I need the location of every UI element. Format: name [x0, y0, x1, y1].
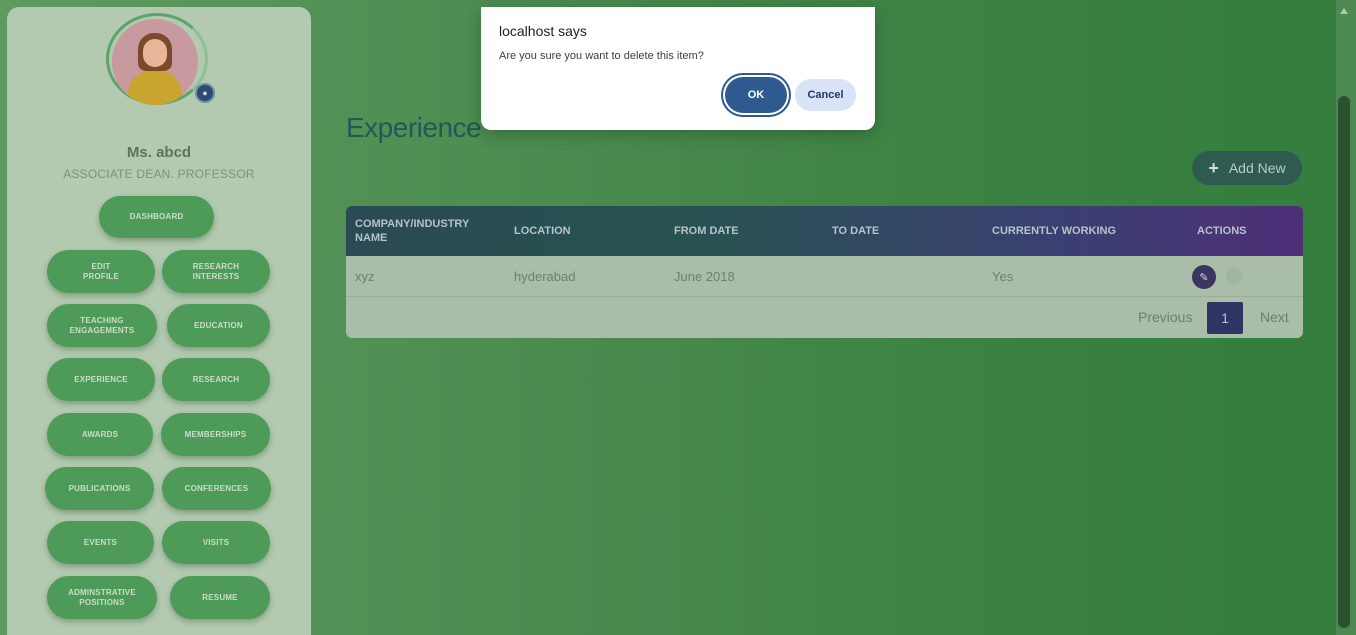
sidebar-item-edit-profile[interactable]: EDIT PROFILE — [47, 250, 155, 293]
sidebar-item-awards[interactable]: AWARDS — [47, 413, 153, 456]
column-header-location: LOCATION — [514, 224, 571, 237]
sidebar-item-research[interactable]: RESEARCH — [162, 358, 270, 401]
pagination: Previous 1 Next — [346, 297, 1303, 338]
page-number-button[interactable]: 1 — [1207, 302, 1243, 334]
camera-icon[interactable]: ● — [195, 83, 215, 103]
cancel-button[interactable]: Cancel — [795, 79, 856, 111]
cell-currently-working: Yes — [992, 269, 1014, 284]
cell-company: xyz — [355, 269, 375, 284]
add-new-button[interactable]: + Add New — [1192, 151, 1302, 185]
column-header-from-date: FROM DATE — [674, 224, 739, 237]
sidebar-item-resume[interactable]: RESUME — [170, 576, 270, 619]
column-header-currently-working: CURRENTLY WORKING — [992, 224, 1117, 237]
column-header-company: COMPANY/INDUSTRY NAME — [355, 217, 470, 244]
delete-icon[interactable] — [1226, 268, 1242, 284]
user-name: Ms. abcd — [126, 144, 192, 161]
sidebar-item-education[interactable]: EDUCATION — [167, 304, 270, 347]
confirm-dialog: localhost says Are you sure you want to … — [481, 7, 875, 130]
plus-icon: + — [1208, 157, 1219, 178]
sidebar-item-administrative-positions[interactable]: ADMINSTRATIVE POSITIONS — [47, 576, 157, 619]
dialog-title: localhost says — [499, 23, 587, 39]
column-header-actions: ACTIONS — [1197, 224, 1247, 237]
sidebar-item-events[interactable]: EVENTS — [47, 521, 154, 564]
scrollbar-thumb[interactable] — [1338, 96, 1350, 628]
previous-page-button[interactable]: Previous — [1138, 309, 1192, 325]
dialog-message: Are you sure you want to delete this ite… — [499, 50, 704, 62]
user-role: ASSOCIATE DEAN. PROFESSOR — [63, 167, 255, 181]
avatar[interactable] — [112, 19, 198, 105]
sidebar-item-conferences[interactable]: CONFERENCES — [162, 467, 271, 510]
next-page-button[interactable]: Next — [1260, 309, 1289, 325]
sidebar-item-memberships[interactable]: MEMBERSHIPS — [161, 413, 270, 456]
avatar-face — [143, 39, 167, 67]
table-row: xyz hyderabad June 2018 Yes ✎ — [346, 256, 1303, 297]
table-header: COMPANY/INDUSTRY NAME LOCATION FROM DATE… — [346, 206, 1303, 256]
avatar-body — [128, 71, 182, 105]
experience-table: COMPANY/INDUSTRY NAME LOCATION FROM DATE… — [346, 206, 1303, 338]
cell-from-date: June 2018 — [674, 269, 735, 284]
column-header-to-date: TO DATE — [832, 224, 880, 237]
sidebar-item-visits[interactable]: VISITS — [162, 521, 270, 564]
page-title: Experience — [346, 112, 482, 143]
sidebar-item-research-interests[interactable]: RESEARCH INTERESTS — [162, 250, 270, 293]
cell-location: hyderabad — [514, 269, 576, 284]
scroll-up-arrow-icon[interactable] — [1340, 8, 1348, 14]
ok-button[interactable]: OK — [725, 77, 787, 113]
sidebar-item-publications[interactable]: PUBLICATIONS — [45, 467, 154, 510]
sidebar-item-dashboard[interactable]: DASHBOARD — [99, 196, 214, 238]
add-new-label: Add New — [1228, 160, 1286, 176]
edit-icon[interactable]: ✎ — [1192, 265, 1216, 289]
sidebar-item-teaching-engagements[interactable]: TEACHING ENGAGEMENTS — [47, 304, 157, 347]
sidebar-item-experience[interactable]: EXPERIENCE — [47, 358, 155, 401]
